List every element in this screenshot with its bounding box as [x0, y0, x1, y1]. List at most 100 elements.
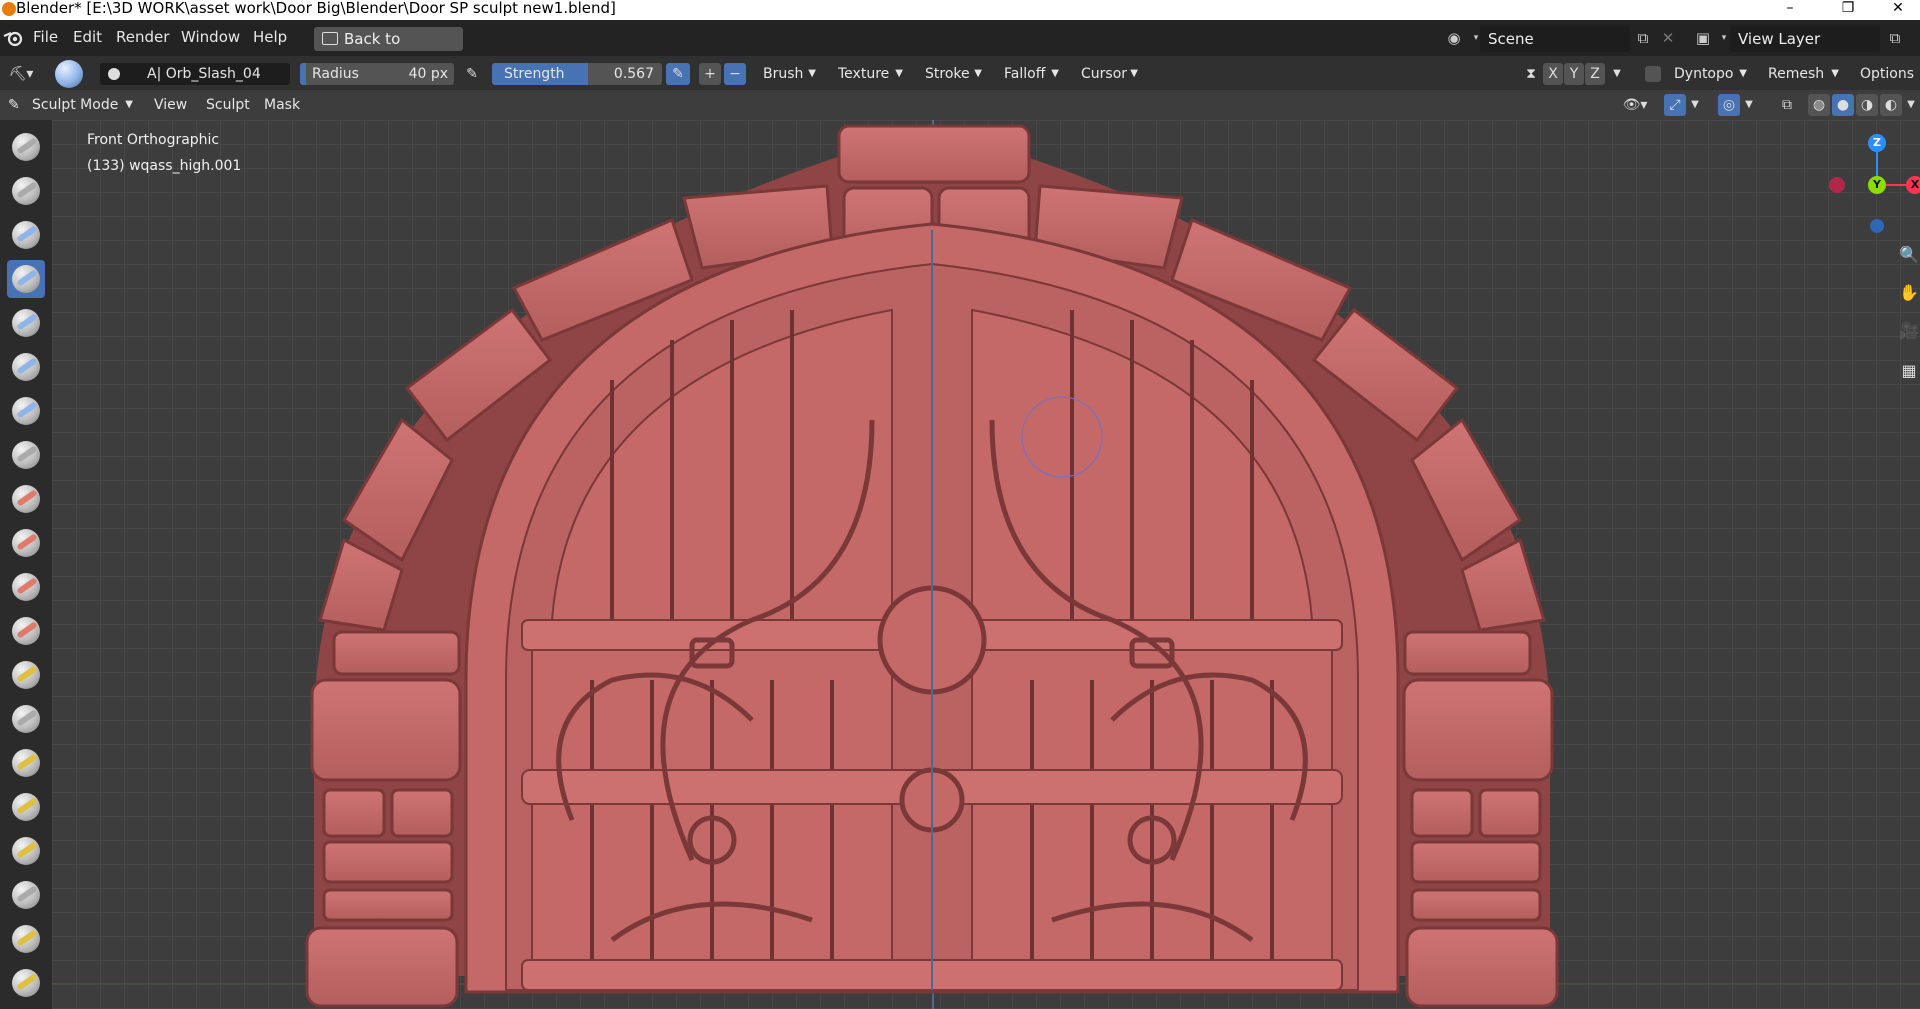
close-button[interactable]: ✕ — [1878, 0, 1918, 20]
chevron-down-icon: ▼ — [1739, 68, 1747, 79]
draw-brush-icon[interactable] — [7, 128, 45, 166]
flatten-brush-icon[interactable] — [7, 524, 45, 562]
3d-viewport[interactable]: Front Orthographic (133) wqass_high.001 — [52, 120, 1920, 1009]
chevron-down-icon[interactable]: ▼ — [1742, 94, 1756, 116]
pose-brush-icon[interactable] — [7, 920, 45, 958]
rendered-shading-icon[interactable]: ◐ — [1880, 94, 1902, 116]
sculpted-door-model[interactable] — [52, 120, 1920, 1009]
gizmo-neg-x-axis[interactable] — [1829, 177, 1845, 193]
fill-brush-icon[interactable] — [7, 568, 45, 606]
draw-sharp-brush-icon[interactable] — [7, 172, 45, 210]
chevron-down-icon: ▼ — [1831, 68, 1839, 79]
restore-button[interactable]: ❐ — [1828, 0, 1868, 20]
gizmo-x-axis[interactable]: X — [1906, 176, 1920, 194]
direction-add-button[interactable]: + — [699, 63, 721, 85]
new-scene-icon[interactable]: ⧉ — [1632, 28, 1654, 48]
blender-logo-icon[interactable] — [3, 29, 23, 47]
brush-preview-icon[interactable] — [50, 60, 84, 88]
material-shading-icon[interactable]: ◑ — [1856, 94, 1878, 116]
remove-scene-icon[interactable]: ✕ — [1657, 28, 1679, 48]
strength-pressure-icon[interactable]: ✎ — [666, 63, 690, 85]
symmetry-x-toggle[interactable]: X — [1543, 63, 1563, 85]
thumb-brush-icon[interactable] — [7, 876, 45, 914]
multiplane-scrape-brush-icon[interactable] — [7, 656, 45, 694]
rotate-brush-icon[interactable] — [7, 964, 45, 1002]
chevron-down-icon[interactable]: ▼ — [1904, 94, 1918, 116]
radius-pressure-icon[interactable]: ✎ — [460, 63, 484, 85]
chevron-down-icon[interactable]: ▼ — [1610, 63, 1624, 85]
symmetry-z-toggle[interactable]: Z — [1585, 63, 1605, 85]
snake-hook-brush-icon[interactable] — [7, 832, 45, 870]
clay-brush-icon[interactable] — [7, 216, 45, 254]
cursor-menu-label: Cursor — [1081, 66, 1128, 82]
scene-selector-icon[interactable]: ◉ — [1443, 28, 1465, 48]
ortho-grid-icon[interactable]: ▦ — [1898, 356, 1920, 386]
xray-toggle-icon[interactable]: ⧉ — [1776, 94, 1798, 116]
visibility-icon[interactable]: 👁▾ — [1618, 94, 1652, 116]
smooth-brush-icon[interactable] — [7, 480, 45, 518]
solid-shading-icon[interactable]: ● — [1832, 94, 1854, 116]
gizmo-z-axis[interactable]: Z — [1868, 134, 1886, 152]
texture-menu[interactable]: Texture ▼ — [830, 63, 908, 85]
editor-type-icon[interactable]: ⛏▾ — [4, 63, 38, 85]
menu-file[interactable]: File — [33, 28, 58, 46]
gizmo-y-axis[interactable]: Y — [1868, 176, 1886, 194]
radius-value: 40 px — [408, 66, 448, 82]
falloff-menu[interactable]: Falloff ▼ — [996, 63, 1064, 85]
camera-view-icon[interactable]: 🎥 — [1898, 316, 1920, 346]
minimize-button[interactable]: – — [1770, 0, 1810, 20]
cursor-menu[interactable]: Cursor ▼ — [1073, 63, 1143, 85]
pan-hand-icon[interactable]: ✋ — [1898, 278, 1920, 308]
gizmo-neg-z-axis[interactable] — [1870, 219, 1884, 233]
strength-slider[interactable]: Strength 0.567 — [492, 63, 662, 85]
overlays-toggle-icon[interactable]: ◎ — [1718, 94, 1740, 116]
zoom-icon[interactable]: 🔍 — [1898, 240, 1920, 270]
clay-strips-brush-icon[interactable] — [7, 260, 45, 298]
mode-selector[interactable]: ✎ Sculpt Mode ▼ — [4, 94, 138, 116]
blob-brush-icon[interactable] — [7, 392, 45, 430]
pinch-brush-icon[interactable] — [7, 700, 45, 738]
inflate-brush-icon[interactable] — [7, 348, 45, 386]
stroke-menu[interactable]: Stroke ▼ — [917, 63, 987, 85]
radius-slider[interactable]: Radius 40 px — [300, 63, 454, 85]
gizmo-toggle-icon[interactable]: ⤢ — [1664, 94, 1686, 116]
direction-subtract-button[interactable]: − — [724, 63, 746, 85]
new-view-layer-icon[interactable]: ⧉ — [1884, 28, 1906, 48]
window-title: Blender* [E:\3D WORK\asset work\Door Big… — [16, 0, 616, 17]
mode-label: Sculpt Mode — [32, 97, 119, 113]
brush-name-field[interactable]: A| Orb_Slash_04 — [100, 63, 290, 85]
viewport-header: ✎ Sculpt Mode ▼ View Sculpt Mask 👁▾ ⤢ ▼ … — [0, 90, 1920, 120]
chevron-down-icon: ▼ — [974, 68, 982, 79]
symmetry-y-toggle[interactable]: Y — [1564, 63, 1584, 85]
menu-render[interactable]: Render — [116, 28, 169, 46]
view-layer-selector-icon[interactable]: ▣ — [1692, 28, 1714, 48]
scrape-brush-icon[interactable] — [7, 612, 45, 650]
tool-settings-header: ⛏▾ A| Orb_Slash_04 Radius 40 px ✎ Streng… — [0, 56, 1920, 90]
brush-menu[interactable]: Brush ▼ — [755, 63, 821, 85]
view-layer-name-field[interactable]: View Layer — [1730, 26, 1880, 52]
layer-brush-icon[interactable] — [7, 304, 45, 342]
grab-brush-icon[interactable] — [7, 744, 45, 782]
blender-app-icon — [2, 2, 16, 16]
mask-menu[interactable]: Mask — [256, 94, 306, 116]
object-info-label: (133) wqass_high.001 — [87, 158, 242, 174]
dyntopo-menu[interactable]: Dyntopo ▼ — [1666, 63, 1752, 85]
sculpt-menu[interactable]: Sculpt — [198, 94, 254, 116]
symmetry-icon[interactable]: ⧗ — [1520, 63, 1542, 85]
options-menu[interactable]: Options — [1852, 63, 1920, 85]
view-menu[interactable]: View — [146, 94, 192, 116]
back-to-previous-button[interactable]: Back to Previous — [314, 27, 463, 72]
chevron-down-icon[interactable]: ▼ — [1688, 94, 1702, 116]
brush-datablock-icon — [108, 68, 120, 80]
scene-name-field[interactable]: Scene — [1480, 26, 1630, 52]
elastic-deform-brush-icon[interactable] — [7, 788, 45, 826]
menu-edit[interactable]: Edit — [73, 28, 102, 46]
menu-window[interactable]: Window — [181, 28, 240, 46]
dyntopo-checkbox[interactable] — [1645, 66, 1661, 82]
crease-brush-icon[interactable] — [7, 436, 45, 474]
menu-help[interactable]: Help — [253, 28, 287, 46]
dyntopo-label: Dyntopo — [1674, 66, 1734, 82]
chevron-down-icon: ▼ — [1130, 68, 1138, 79]
remesh-menu[interactable]: Remesh ▼ — [1760, 63, 1844, 85]
wireframe-shading-icon[interactable]: ◍ — [1808, 94, 1830, 116]
